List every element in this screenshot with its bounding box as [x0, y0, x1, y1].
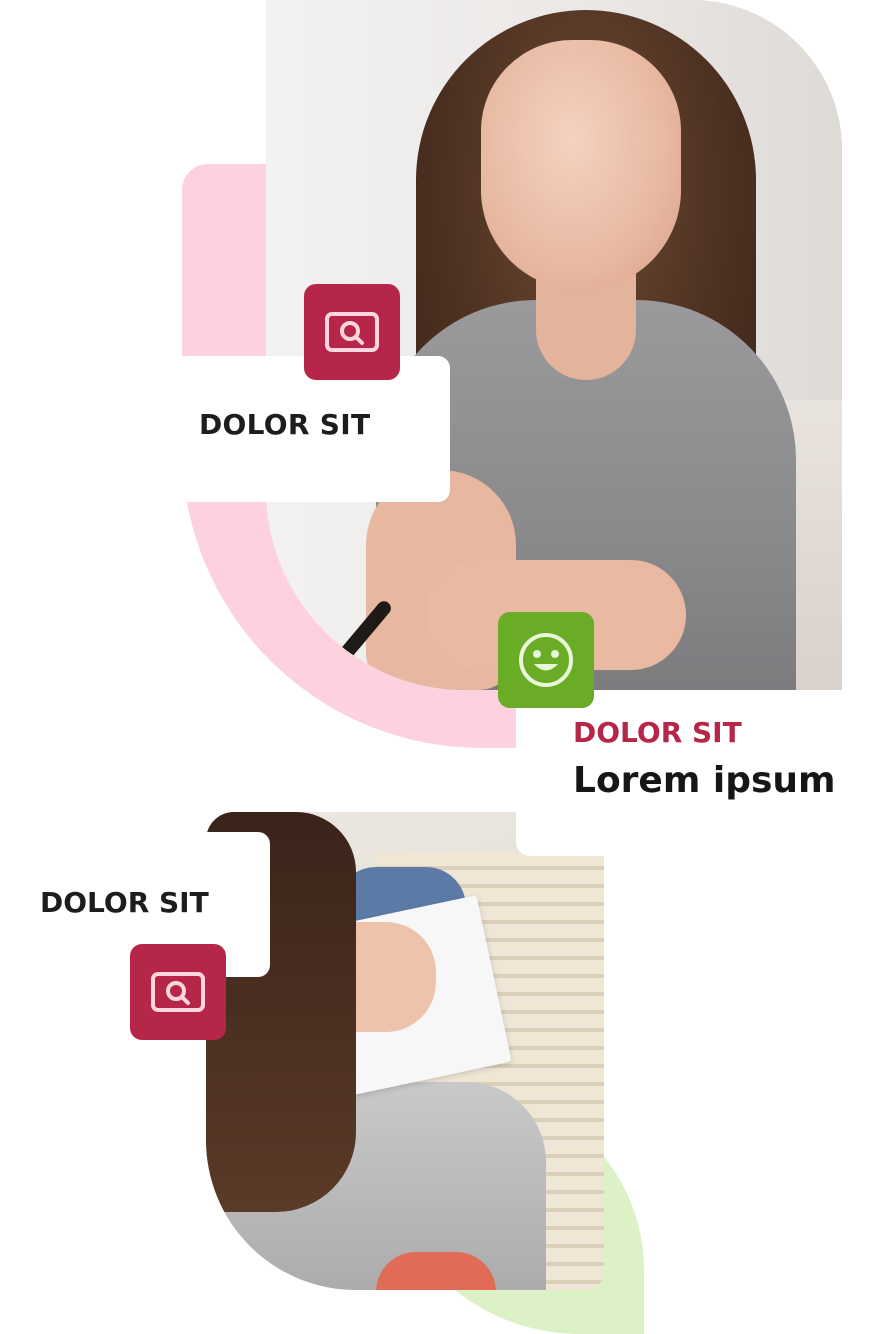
search-window-tile-top[interactable] — [304, 284, 400, 380]
smiley-tile[interactable] — [498, 612, 594, 708]
search-window-tile-bottom[interactable] — [130, 944, 226, 1040]
card-label-top: DOLOR SIT — [199, 408, 371, 441]
search-window-icon — [325, 312, 379, 352]
section-sub-label: DOLOR SIT — [573, 716, 742, 749]
search-window-icon — [151, 972, 205, 1012]
card-label-bottom: DOLOR SIT — [40, 886, 209, 919]
section-title: Lorem ipsum — [573, 760, 836, 801]
smiley-face-icon — [519, 633, 573, 687]
